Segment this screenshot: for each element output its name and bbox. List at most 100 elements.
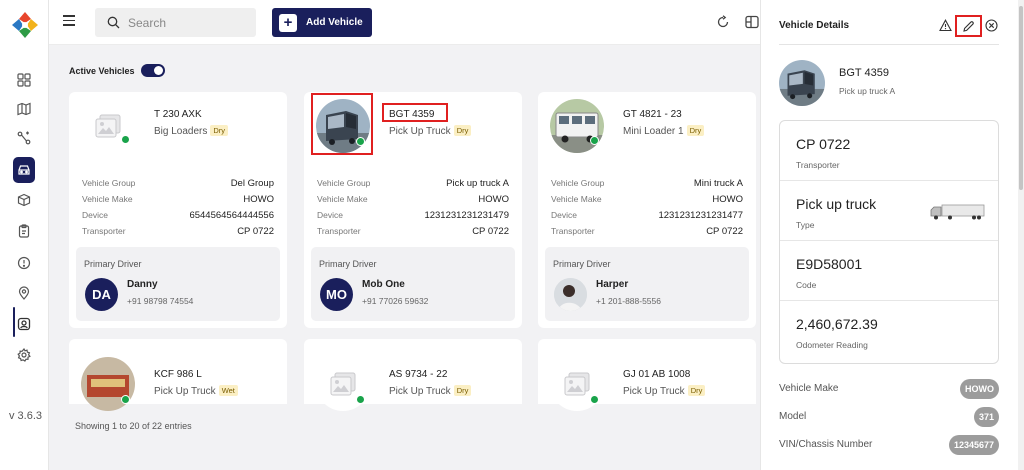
nav-vehicles[interactable] [13,157,35,183]
refresh-icon[interactable] [716,15,730,29]
cargo-badge: Dry [687,385,706,396]
nav-map[interactable] [13,98,35,120]
warning-icon[interactable] [939,19,952,32]
vehicle-group-label: Vehicle Group [82,178,136,188]
vehicle-make-pill: HOWO [960,379,999,399]
scrollbar-thumb[interactable] [1019,6,1023,190]
truck-photo-icon [779,60,825,106]
vehicle-photo [550,99,604,153]
device-value: 6544564564444556 [189,209,274,221]
driver-name: Mob One [362,279,405,290]
image-placeholder-icon [330,372,356,396]
panel-vehicle-photo [779,60,825,106]
vehicle-make-value: HOWO [243,193,274,205]
model-pill: 371 [973,407,999,427]
vehicle-plate: KCF 986 L [154,369,202,380]
vehicle-type: Pick Up Truck Dry [389,125,472,137]
close-icon[interactable] [985,19,998,32]
vehicle-group-label: Vehicle Group [551,178,605,188]
search-input[interactable] [128,15,238,30]
cargo-badge: Dry [453,385,472,396]
search-icon [107,16,120,29]
vehicle-card[interactable]: T 230 AXK Big Loaders Dry Vehicle Group De… [69,92,287,328]
nav-locations[interactable] [13,282,35,304]
odometer-row: 2,460,672.39 Odometer Reading [780,301,998,361]
driver-phone: +91 77026 59632 [362,296,429,306]
add-vehicle-button[interactable]: + Add Vehicle [272,8,372,37]
nav-packages[interactable] [13,189,35,211]
transporter-value: CP 0722 [472,225,509,237]
online-status-dot [590,395,599,404]
highlight-box-plate [382,103,448,122]
primary-driver-box: Primary Driver DA Danny +91 98798 74554 [76,247,280,321]
primary-driver-box: Primary Driver MO Mob One +91 77026 5963… [311,247,515,321]
grid-icon [17,73,31,87]
type-value: Pick up truck [796,196,877,212]
driver-photo-icon [554,278,587,311]
clipboard-icon [18,224,30,238]
info-circle-icon [17,256,31,270]
odometer-value: 2,460,672.39 [796,316,878,332]
nav-users[interactable] [13,313,35,335]
active-vehicles-toggle[interactable] [140,64,165,77]
vehicle-type: Big Loaders Dry [154,125,229,137]
vehicle-type: Pick Up Truck Wet [154,385,238,397]
vehicle-make-label: Vehicle Make [317,194,368,204]
nav-reports[interactable] [13,220,35,242]
transporter-label: Transporter [82,226,126,236]
device-value: 1231231231231479 [424,209,509,221]
vin-label: VIN/Chassis Number [779,439,873,450]
cargo-badge: Dry [210,125,229,136]
type-row: Pick up truck Type [780,181,998,241]
user-square-icon [17,317,31,331]
gear-icon [17,348,31,362]
truck-photo-icon [550,99,604,153]
nav-settings[interactable] [13,344,35,366]
layout-columns-icon[interactable] [745,15,759,29]
vehicle-type: Pick Up Truck Dry [623,385,706,397]
nav-alerts[interactable] [13,252,35,274]
vehicle-plate: T 230 AXK [154,109,202,120]
active-vehicles-label: Active Vehicles [69,65,135,76]
vehicle-make-attr: Vehicle Make HOWO [779,379,999,401]
vehicle-card[interactable]: AS 9734 - 22 Pick Up Truck Dry [304,339,522,411]
transporter-value: CP 0722 [796,136,851,152]
vehicle-card[interactable]: GJ 01 AB 1008 Pick Up Truck Dry [538,339,756,411]
cargo-badge: Dry [686,125,705,136]
online-status-dot [356,395,365,404]
transporter-label: Transporter [317,226,361,236]
add-vehicle-label: Add Vehicle [306,17,363,28]
vehicle-make-label: Vehicle Make [551,194,602,204]
transporter-value: CP 0722 [237,225,274,237]
nav-dashboard[interactable] [13,69,35,91]
vehicle-card[interactable]: GT 4821 - 23 Mini Loader 1 Dry Vehicle Gr… [538,92,756,328]
image-placeholder-icon [95,114,121,138]
driver-avatar: DA [85,278,118,311]
transporter-value: CP 0722 [706,225,743,237]
code-label: Code [796,280,817,290]
primary-driver-box: Primary Driver Harper +1 201-888-5556 [545,247,749,321]
edit-pencil-icon[interactable] [962,20,975,33]
cargo-badge: Wet [218,385,238,396]
driver-avatar [554,278,587,311]
panel-scrollbar[interactable] [1018,0,1024,470]
transporter-label: Transporter [551,226,595,236]
primary-driver-label: Primary Driver [84,259,142,269]
vehicle-card[interactable]: KCF 986 L Pick Up Truck Wet [69,339,287,411]
vehicle-card-selected[interactable]: BGT 4359 Pick Up Truck Dry Vehicle Group P… [304,92,522,328]
vehicle-make-label: Vehicle Make [779,383,839,394]
vehicle-group-value: Mini truck A [693,177,743,189]
driver-phone: +1 201-888-5556 [596,296,661,306]
primary-driver-label: Primary Driver [319,259,377,269]
hamburger-menu-icon[interactable] [63,15,75,27]
type-label: Type [796,220,815,230]
sidebar: v 3.6.3 [0,0,49,470]
vehicle-make-value: HOWO [478,193,509,205]
driver-name: Danny [127,279,158,290]
panel-divider [779,44,999,45]
image-placeholder-icon [564,372,590,396]
active-vehicles-filter: Active Vehicles [69,64,165,77]
search-box[interactable] [95,8,256,37]
app-logo-icon[interactable] [11,11,39,39]
nav-routes[interactable] [13,127,35,149]
